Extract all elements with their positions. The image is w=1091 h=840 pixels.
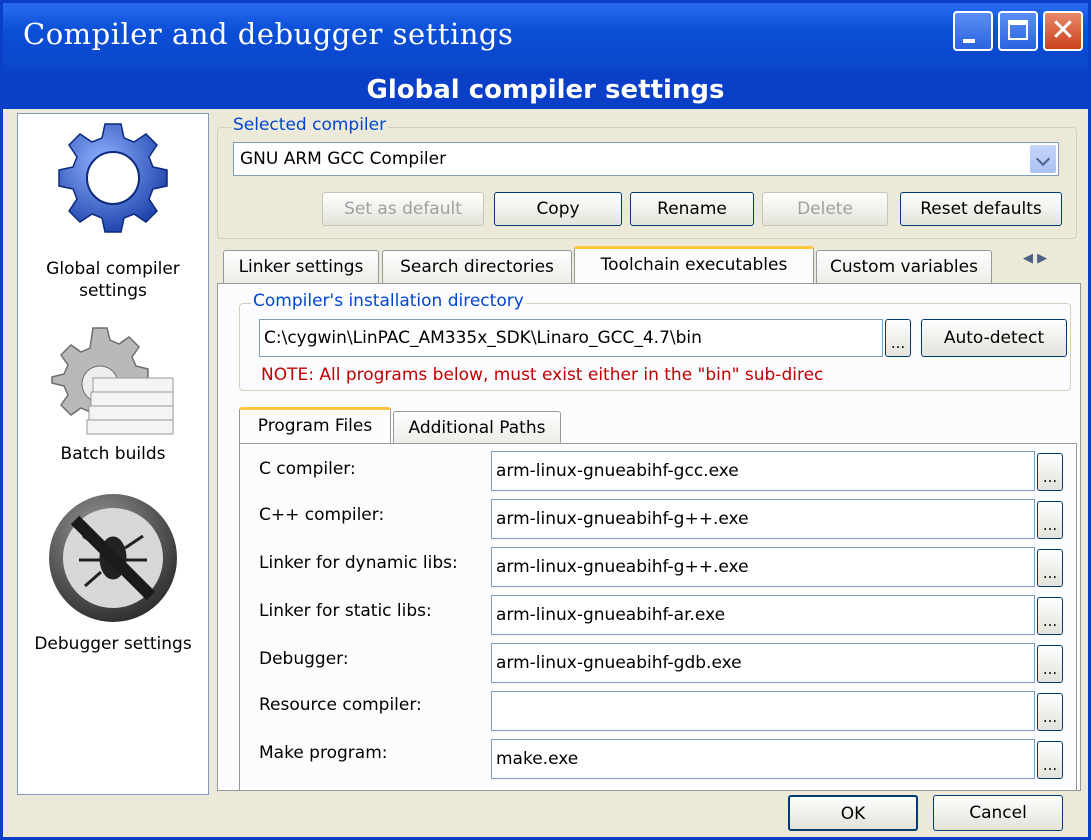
maximize-button[interactable] [998,11,1038,51]
tab-program-files[interactable]: Program Files [239,407,391,445]
debugger-value: arm-linux-gnueabihf-gdb.exe [496,653,742,673]
close-button[interactable]: ✕ [1043,11,1083,51]
install-dir-input[interactable]: C:\cygwin\LinPAC_AM335x_SDK\Linaro_GCC_4… [259,319,883,357]
c-compiler-browse-button[interactable]: ... [1037,453,1063,491]
static-linker-label: Linker for static libs: [259,601,432,621]
sidebar-label-debugger: Debugger settings [34,634,192,654]
static-linker-input[interactable]: arm-linux-gnueabihf-ar.exe [491,595,1035,635]
section-banner: Global compiler settings [3,71,1088,109]
dynamic-linker-value: arm-linux-gnueabihf-g++.exe [496,557,749,577]
cancel-button[interactable]: Cancel [933,795,1063,831]
ok-button[interactable]: OK [788,795,918,831]
tab-additional-paths[interactable]: Additional Paths [393,411,561,445]
debugger-browse-button[interactable]: ... [1037,645,1063,683]
resource-compiler-label: Resource compiler: [259,695,422,715]
make-program-browse-button[interactable]: ... [1037,741,1063,779]
title-bar[interactable]: Compiler and debugger settings ✕ [3,3,1088,71]
install-dir-browse-button[interactable]: ... [885,319,911,357]
dynamic-linker-label: Linker for dynamic libs: [259,553,458,573]
install-dir-legend: Compiler's installation directory [251,291,526,311]
tab-scroll-arrows[interactable]: ◀ ▶ [1023,251,1065,271]
chevron-down-icon[interactable] [1030,145,1056,173]
rename-button[interactable]: Rename [630,192,754,226]
reset-defaults-button[interactable]: Reset defaults [900,192,1062,226]
batch-gear-icon [51,327,174,435]
cpp-compiler-input[interactable]: arm-linux-gnueabihf-g++.exe [491,499,1035,539]
debugger-label: Debugger: [259,649,349,669]
resource-compiler-input[interactable] [491,691,1035,731]
make-program-value: make.exe [496,749,579,769]
sidebar-label-batch: Batch builds [60,444,166,464]
dynamic-linker-input[interactable]: arm-linux-gnueabihf-g++.exe [491,547,1035,587]
cpp-compiler-value: arm-linux-gnueabihf-g++.exe [496,509,749,529]
c-compiler-input[interactable]: arm-linux-gnueabihf-gcc.exe [491,451,1035,491]
compiler-select[interactable]: GNU ARM GCC Compiler [233,142,1059,176]
c-compiler-value: arm-linux-gnueabihf-gcc.exe [496,461,739,481]
c-compiler-label: C compiler: [259,459,356,479]
tab-custom-variables[interactable]: Custom variables [816,250,992,284]
close-icon: ✕ [1050,13,1076,48]
auto-detect-button[interactable]: Auto-detect [921,319,1067,357]
set-default-button[interactable]: Set as default [322,192,484,226]
no-bug-icon [49,494,177,622]
sidebar-item-debugger[interactable]: Debugger settings [18,484,208,664]
tab-linker-settings[interactable]: Linker settings [223,250,379,284]
sidebar-item-batch-builds[interactable]: Batch builds [18,314,208,474]
tab-toolchain-executables[interactable]: Toolchain executables [574,246,814,284]
copy-button[interactable]: Copy [494,192,622,226]
make-program-label: Make program: [259,743,388,763]
gear-icon [58,123,168,233]
resource-compiler-browse-button[interactable]: ... [1037,693,1063,731]
install-dir-note: NOTE: All programs below, must exist eit… [261,365,824,385]
selected-compiler-legend: Selected compiler [231,115,389,135]
dynamic-linker-browse-button[interactable]: ... [1037,549,1063,587]
tab-search-directories[interactable]: Search directories [382,250,572,284]
window-title: Compiler and debugger settings [23,17,514,51]
settings-window: Compiler and debugger settings ✕ Global … [0,0,1091,840]
install-dir-value: C:\cygwin\LinPAC_AM335x_SDK\Linaro_GCC_4… [264,328,702,348]
sidebar-label-global: Global compiler settings [46,259,180,301]
compiler-select-value: GNU ARM GCC Compiler [240,149,447,169]
static-linker-value: arm-linux-gnueabihf-ar.exe [496,605,726,625]
minimize-button[interactable] [953,11,993,51]
debugger-input[interactable]: arm-linux-gnueabihf-gdb.exe [491,643,1035,683]
make-program-input[interactable]: make.exe [491,739,1035,779]
sidebar-item-global-compiler[interactable]: Global compiler settings [18,114,208,304]
delete-button[interactable]: Delete [762,192,888,226]
cpp-compiler-browse-button[interactable]: ... [1037,501,1063,539]
cpp-compiler-label: C++ compiler: [259,505,385,525]
static-linker-browse-button[interactable]: ... [1037,597,1063,635]
category-sidebar: Global compiler settings Batch builds De… [17,113,209,795]
